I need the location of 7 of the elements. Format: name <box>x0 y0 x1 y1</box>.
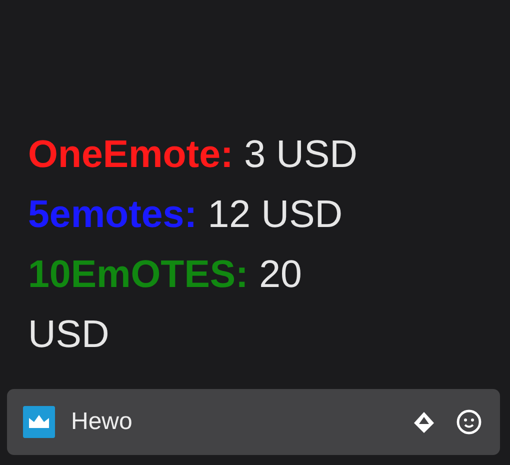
crown-icon <box>23 406 55 438</box>
chat-input-field[interactable]: Hewo <box>7 389 500 455</box>
price-line: 5emotes: 12 USD <box>28 193 343 236</box>
emoji-icon[interactable] <box>456 409 482 435</box>
diamond-icon[interactable] <box>412 410 436 434</box>
price-line: 10EmOTES: 20 USD <box>28 253 302 356</box>
price-line: OneEmote: 3 USD <box>28 133 358 176</box>
